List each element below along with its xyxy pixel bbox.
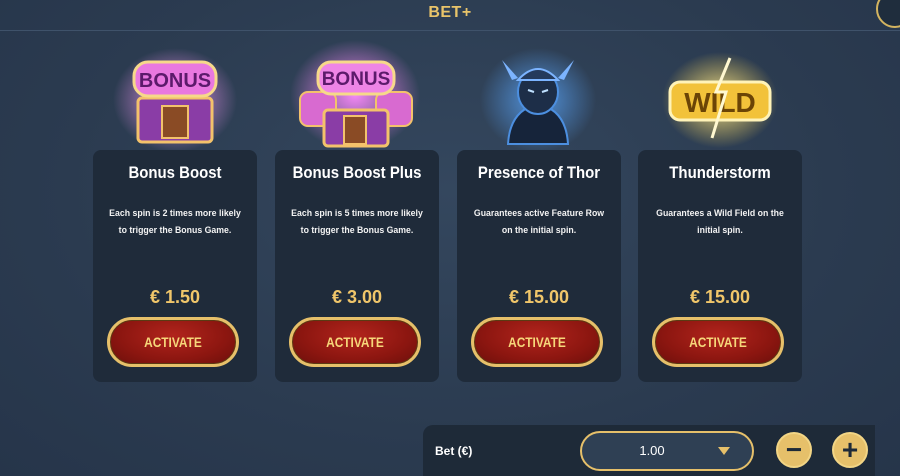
bonus-chests-plus-art: BONUS (290, 40, 420, 150)
page-title: BET+ (428, 4, 472, 21)
chevron-down-icon (718, 447, 730, 455)
card-bonus-boost-plus: Bonus Boost Plus Each spin is 5 times mo… (275, 150, 439, 382)
card-thunderstorm: Thunderstorm Guarantees a Wild Field on … (638, 150, 802, 382)
activate-button-bonus-boost[interactable]: ACTIVATE (107, 317, 239, 367)
decrease-bet-button[interactable]: − (776, 432, 812, 468)
card-description: Guarantees active Feature Row on the ini… (473, 208, 605, 236)
card-price: € 3.00 (331, 287, 383, 307)
activate-label: ACTIVATE (326, 334, 384, 350)
increase-bet-button[interactable]: + (832, 432, 868, 468)
card-description: Each spin is 2 times more likely to trig… (109, 208, 241, 236)
activate-label: ACTIVATE (144, 334, 202, 350)
card-title: Bonus Boost Plus (292, 163, 422, 182)
bonus-chest-art: BONUS (113, 48, 237, 150)
bonus-label: BONUS (139, 70, 211, 92)
bet-amount-select[interactable]: 1.00 (580, 431, 754, 471)
bet-value: 1.00 (639, 443, 665, 458)
activate-label: ACTIVATE (689, 334, 747, 350)
card-bonus-boost: Bonus Boost Each spin is 2 times more li… (93, 150, 257, 382)
card-price: € 1.50 (149, 287, 201, 307)
card-title: Presence of Thor (477, 163, 601, 182)
minus-icon: − (785, 434, 803, 465)
activate-button-thunderstorm[interactable]: ACTIVATE (652, 317, 784, 367)
bet-label: Bet (€) (435, 444, 473, 458)
wild-art: WILD (662, 52, 778, 148)
bet-plus-screen: BET+ BONUS BONUS WILD Bonus Boost Each s… (0, 0, 900, 476)
card-presence-of-thor: Presence of Thor Guarantees active Featu… (457, 150, 621, 382)
activate-label: ACTIVATE (508, 334, 566, 350)
bonus-plus-label: BONUS (322, 69, 391, 90)
bet-bar: Bet (€) 1.00 − + (423, 425, 875, 476)
card-price: € 15.00 (508, 287, 570, 307)
activate-button-bonus-boost-plus[interactable]: ACTIVATE (289, 317, 421, 367)
plus-icon: + (841, 434, 859, 465)
card-title: Thunderstorm (669, 163, 771, 182)
header-bar: BET+ (0, 0, 900, 31)
activate-button-presence-of-thor[interactable]: ACTIVATE (471, 317, 603, 367)
card-description: Each spin is 5 times more likely to trig… (291, 208, 423, 236)
card-title: Bonus Boost (128, 163, 222, 182)
card-description: Guarantees a Wild Field on the initial s… (656, 208, 784, 236)
thor-art (480, 48, 596, 150)
card-price: € 15.00 (689, 287, 751, 307)
